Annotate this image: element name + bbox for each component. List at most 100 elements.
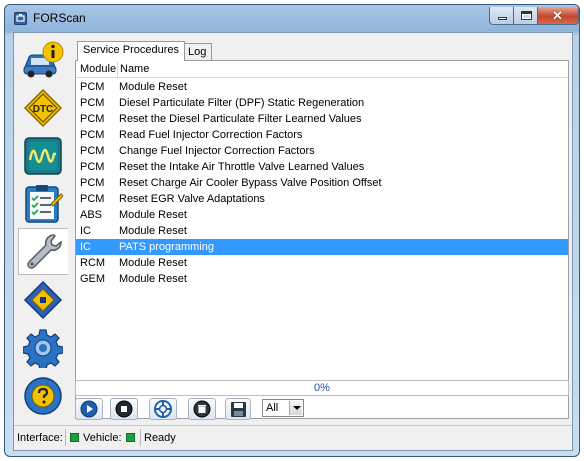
table-body: PCM Module Reset PCM Diesel Particulate Fil… [76,79,568,287]
table-row[interactable]: IC Module Reset [76,223,568,239]
interface-label: Interface: [17,432,63,444]
cell-name: Reset the Intake Air Throttle Valve Lear… [119,161,365,173]
help-icon [24,376,62,415]
table-row[interactable]: PCM Read Fuel Injector Correction Factors [76,127,568,143]
cell-module: PCM [80,97,105,109]
lifebuoy-icon [154,400,172,418]
column-header-name[interactable]: Name [120,63,149,75]
progress-bar: 0% [75,380,569,396]
cell-name: Module Reset [119,273,187,285]
car-info-icon [23,41,64,77]
cell-name: Module Reset [119,257,187,269]
table-row[interactable]: PCM Reset EGR Valve Adaptations [76,191,568,207]
cell-name: Reset EGR Valve Adaptations [119,193,265,205]
sidebar-item-help[interactable] [18,372,68,419]
sidebar: DTC [14,33,71,423]
oscilloscope-icon [24,136,62,175]
table-row[interactable]: PCM Change Fuel Injector Correction Facto… [76,143,568,159]
save-button[interactable] [225,398,251,420]
cell-name: Module Reset [119,81,187,93]
tab-service-procedures[interactable]: Service Procedures [77,41,185,61]
status-divider [140,429,141,446]
status-divider [65,429,66,446]
wrench-icon [26,233,62,269]
dtc-icon: DTC [23,88,63,127]
tab-log[interactable]: Log [182,43,213,60]
table-header: Module Name [76,61,568,78]
cell-module: PCM [80,161,105,173]
run-button[interactable] [75,398,103,420]
cell-module: PCM [80,113,105,125]
status-text: Ready [144,432,176,444]
stop-button[interactable] [110,398,138,420]
sidebar-item-dtc[interactable]: DTC [18,84,68,131]
cell-name: Module Reset [119,225,187,237]
cell-module: RCM [80,257,106,269]
column-divider[interactable] [117,62,118,77]
client-area: DTC Service Procedures Log Module Name P… [13,32,573,451]
vehicle-label: Vehicle: [83,432,122,444]
minimize-button[interactable] [489,7,514,25]
app-icon[interactable] [14,12,27,25]
cell-module: IC [80,241,91,253]
status-bar: Interface: Vehicle: Ready [14,425,572,450]
sidebar-item-oscilloscope[interactable] [18,132,68,179]
interface-status-indicator [70,433,79,442]
cell-name: Reset Charge Air Cooler Bypass Valve Pos… [119,177,382,189]
sidebar-item-settings[interactable] [18,324,68,371]
sidebar-item-service[interactable] [18,228,68,275]
table-row[interactable]: PCM Diesel Particulate Filter (DPF) Stati… [76,95,568,111]
cell-name: Module Reset [119,209,187,221]
cell-module: PCM [80,177,105,189]
forscan-window: FORScan ✕ DTC Service Procedures Log Mod… [4,4,580,457]
cell-module: ABS [80,209,103,221]
cell-module: GEM [80,273,106,285]
checklist-icon [25,184,63,223]
dtc-icon-label: DTC [33,104,54,115]
table-row[interactable]: PCM Reset Charge Air Cooler Bypass Valve … [76,175,568,191]
cell-module: PCM [80,145,105,157]
chip-icon [23,280,63,319]
module-filter-value: All [266,402,279,414]
sidebar-item-vehicle-info[interactable] [18,36,68,83]
save-icon [230,401,246,417]
table-row[interactable]: GEM Module Reset [76,271,568,287]
cell-name: Reset the Diesel Particulate Filter Lear… [119,113,362,125]
table-row[interactable]: RCM Module Reset [76,255,568,271]
close-button[interactable]: ✕ [537,7,579,25]
minimize-icon [498,17,507,20]
stop-icon [115,400,133,418]
clear-icon [193,400,211,418]
cell-module: PCM [80,81,105,93]
vehicle-status-indicator [126,433,135,442]
table-row[interactable]: ABS Module Reset [76,207,568,223]
maximize-button[interactable] [513,7,538,25]
cell-name: Read Fuel Injector Correction Factors [119,129,303,141]
clear-button[interactable] [188,398,216,420]
cell-module: PCM [80,193,105,205]
table-row[interactable]: PCM Reset the Intake Air Throttle Valve L… [76,159,568,175]
help-support-button[interactable] [149,398,177,420]
module-filter-select[interactable]: All [262,399,304,417]
sidebar-item-tests[interactable] [18,180,68,227]
close-icon: ✕ [552,8,563,23]
gear-icon [23,328,63,368]
procedures-table: Module Name PCM Module Reset PCM Diesel Par… [75,60,569,419]
chevron-down-icon[interactable] [289,401,302,415]
maximize-icon [521,11,532,20]
window-title: FORScan [33,11,86,25]
table-row[interactable]: PCM Reset the Diesel Particulate Filter L… [76,111,568,127]
sidebar-item-configuration[interactable] [18,276,68,323]
play-icon [80,400,98,418]
cell-name: PATS programming [119,241,214,253]
cell-name: Diesel Particulate Filter (DPF) Static R… [119,97,365,109]
cell-module: PCM [80,129,105,141]
toolbar: All [75,398,569,422]
column-header-module[interactable]: Module [80,63,116,75]
progress-label: 0% [314,382,330,394]
cell-module: IC [80,225,91,237]
title-bar[interactable]: FORScan ✕ [5,5,579,31]
cell-name: Change Fuel Injector Correction Factors [119,145,315,157]
table-row[interactable]: IC PATS programming [76,239,568,255]
table-row[interactable]: PCM Module Reset [76,79,568,95]
